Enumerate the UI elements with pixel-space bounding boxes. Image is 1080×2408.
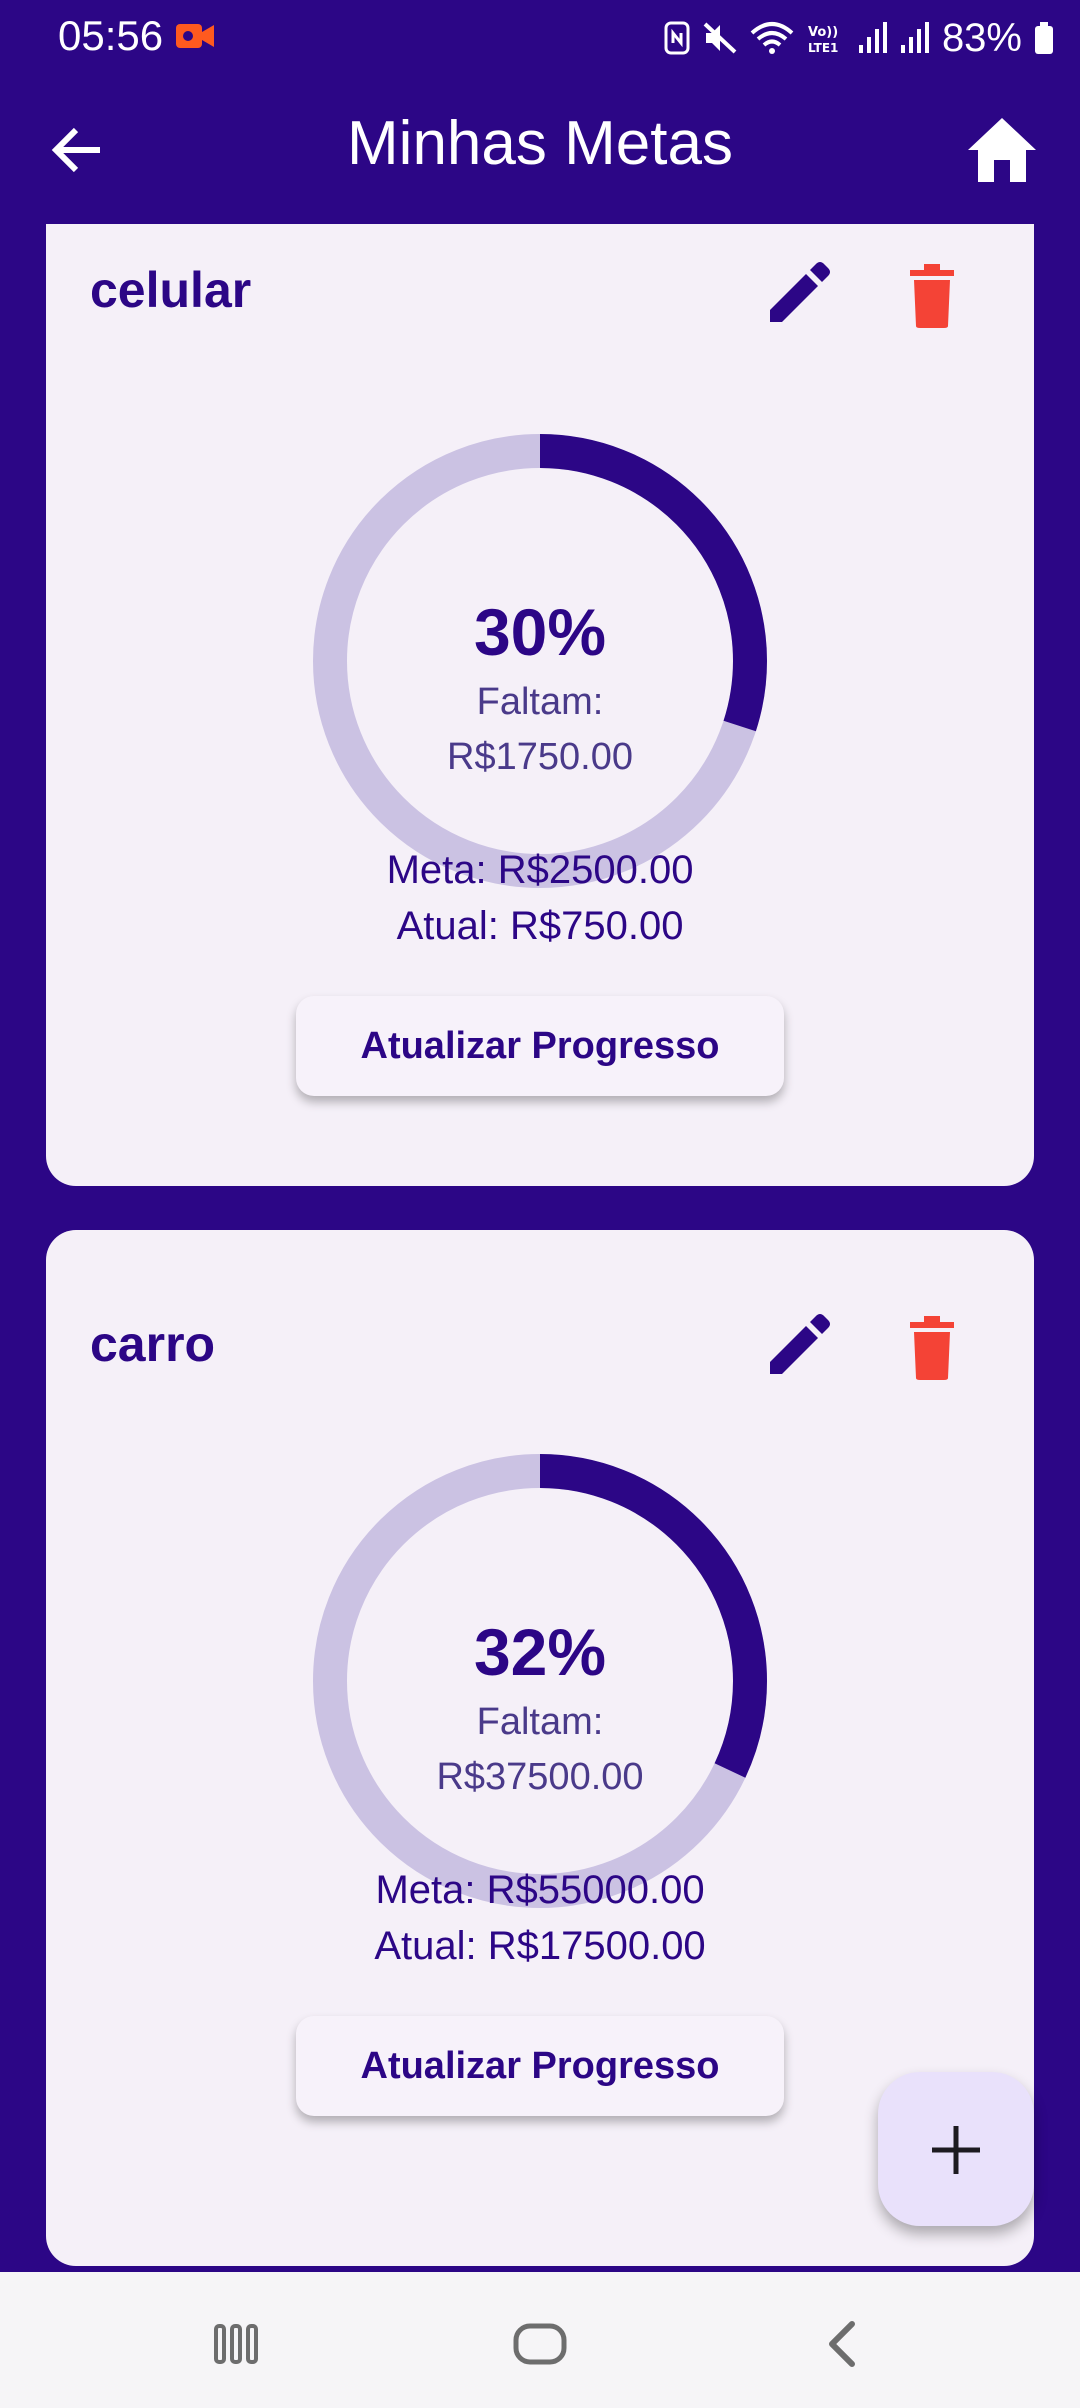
back-nav-icon[interactable] <box>812 2312 876 2376</box>
home-nav-icon[interactable] <box>508 2312 572 2376</box>
goal-name: carro <box>90 1316 216 1372</box>
page-title: Minhas Metas <box>347 109 733 178</box>
status-time: 05:56 <box>58 12 164 59</box>
goal-current: Atual: R$17500.00 <box>374 1924 706 1968</box>
goal-target: Meta: R$55000.00 <box>375 1868 705 1912</box>
delete-icon[interactable] <box>896 260 968 332</box>
home-icon[interactable] <box>964 112 1040 188</box>
mute-icon <box>703 22 737 54</box>
progress-percent: 32% <box>473 1615 607 1689</box>
goal-current: Atual: R$750.00 <box>396 904 684 948</box>
remaining-label: Faltam: <box>476 681 604 723</box>
video-record-icon <box>176 24 214 48</box>
remaining-value: R$1750.00 <box>447 736 633 778</box>
edit-icon[interactable] <box>760 1312 832 1384</box>
system-nav-bar <box>0 2272 1080 2408</box>
progress-percent: 30% <box>473 595 607 669</box>
goals-list[interactable]: celular 30% Faltam: R$1750.00 Meta: R$25… <box>0 224 1080 2272</box>
status-bar: 05:56 Vo)) LTE1 83% <box>0 0 1080 74</box>
recent-apps-icon[interactable] <box>204 2312 268 2376</box>
signal-icon <box>858 22 887 53</box>
add-goal-button[interactable] <box>878 2072 1034 2226</box>
battery-icon <box>1035 22 1053 54</box>
goal-target: Meta: R$2500.00 <box>386 848 694 892</box>
nfc-icon <box>664 21 690 55</box>
status-icons: Vo)) LTE1 83% <box>664 10 1054 66</box>
update-progress-button[interactable]: Atualizar Progresso <box>296 2016 784 2116</box>
remaining-value: R$37500.00 <box>436 1756 644 1798</box>
update-progress-button[interactable]: Atualizar Progresso <box>296 996 784 1096</box>
goal-card: celular 30% Faltam: R$1750.00 Meta: R$25… <box>46 224 1034 1186</box>
wifi-icon <box>750 22 794 54</box>
delete-icon[interactable] <box>896 1312 968 1384</box>
battery-level: 83% <box>941 16 1022 60</box>
goal-name: celular <box>90 262 252 318</box>
svg-text:LTE1: LTE1 <box>808 41 838 55</box>
remaining-label: Faltam: <box>476 1701 604 1743</box>
volte-icon: Vo)) LTE1 <box>808 25 838 55</box>
edit-icon[interactable] <box>760 260 832 332</box>
add-icon <box>932 2126 980 2174</box>
app-bar: Minhas Metas <box>0 74 1080 224</box>
svg-text:Vo)): Vo)) <box>808 25 838 40</box>
signal-icon <box>900 22 929 53</box>
